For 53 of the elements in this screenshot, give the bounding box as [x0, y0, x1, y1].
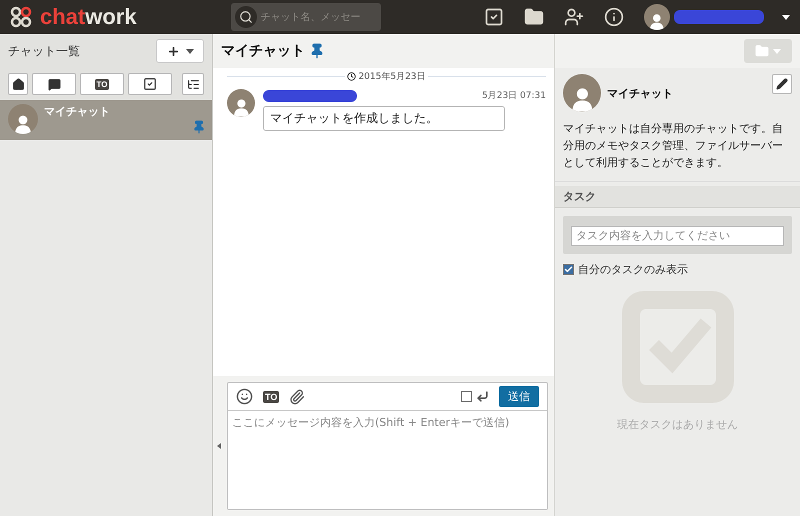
chat-list-title: チャット一覧: [8, 42, 80, 60]
search-input[interactable]: チャット名、メッセー: [260, 12, 377, 22]
message-time: 5月23日 07:31: [482, 90, 546, 102]
task-filter-button[interactable]: [128, 73, 172, 95]
tree-view-button[interactable]: [182, 73, 204, 95]
pencil-icon: [776, 78, 788, 90]
checkbox-icon: [143, 77, 157, 91]
room-title: マイチャット: [221, 42, 305, 60]
add-user-icon[interactable]: [564, 7, 584, 27]
home-icon: [12, 78, 24, 90]
logo-wordmark: chatwork: [40, 4, 137, 30]
collapse-icon[interactable]: [217, 443, 221, 449]
search-field[interactable]: チャット名、メッセー: [230, 3, 381, 31]
only-mine-label: 自分のタスクのみ表示: [578, 262, 688, 277]
send-button[interactable]: 送信: [499, 386, 539, 407]
chat-name: マイチャット: [44, 104, 110, 119]
tree-icon: [186, 78, 200, 90]
sender-avatar: [227, 89, 255, 117]
task-section-header: タスク: [555, 186, 800, 208]
folder-icon[interactable]: [524, 7, 544, 27]
edit-button[interactable]: [772, 74, 792, 94]
caret-icon: [186, 48, 194, 54]
caret-icon: [773, 48, 781, 54]
emoji-icon[interactable]: [236, 388, 253, 405]
to-filter-button[interactable]: TO: [80, 73, 124, 95]
empty-task-message: 現在タスクはありません: [617, 417, 738, 432]
plus-icon: [166, 44, 180, 58]
unread-filter-button[interactable]: [32, 73, 76, 95]
only-mine-checkbox[interactable]: [563, 264, 574, 275]
task-checkbox-icon[interactable]: [484, 7, 504, 27]
room-description: マイチャットは自分専用のチャットです。自分用のメモやタスク管理、ファイルサーバーとして利用することができます。: [563, 121, 784, 171]
logo-icon: [10, 6, 32, 28]
enter-send-checkbox[interactable]: [461, 391, 472, 402]
info-icon[interactable]: [604, 7, 624, 27]
folder-icon: [755, 44, 769, 58]
add-chat-button[interactable]: [156, 39, 204, 63]
to-label: TO: [94, 78, 110, 90]
message-compose-field[interactable]: TO 送信 ここにメッセージ内容を入力(Shift + Enterキーで送信): [227, 382, 548, 510]
room-avatar: [563, 74, 601, 112]
room-name: マイチャット: [607, 86, 673, 100]
user-avatar: [644, 4, 670, 30]
attach-icon[interactable]: [289, 388, 306, 404]
chat-avatar: [8, 104, 38, 134]
caret-icon: [782, 14, 790, 20]
clock-icon: [347, 72, 356, 81]
speech-bubble-icon: [48, 78, 60, 90]
task-input[interactable]: タスク内容を入力してください: [571, 226, 784, 246]
enter-key-icon: [476, 390, 489, 403]
message-text: マイチャットを作成しました。: [263, 106, 505, 131]
home-filter-button[interactable]: [8, 73, 28, 95]
date-label: 2015年5月23日: [358, 70, 426, 83]
to-button[interactable]: TO: [263, 390, 280, 402]
search-icon: [234, 6, 257, 28]
